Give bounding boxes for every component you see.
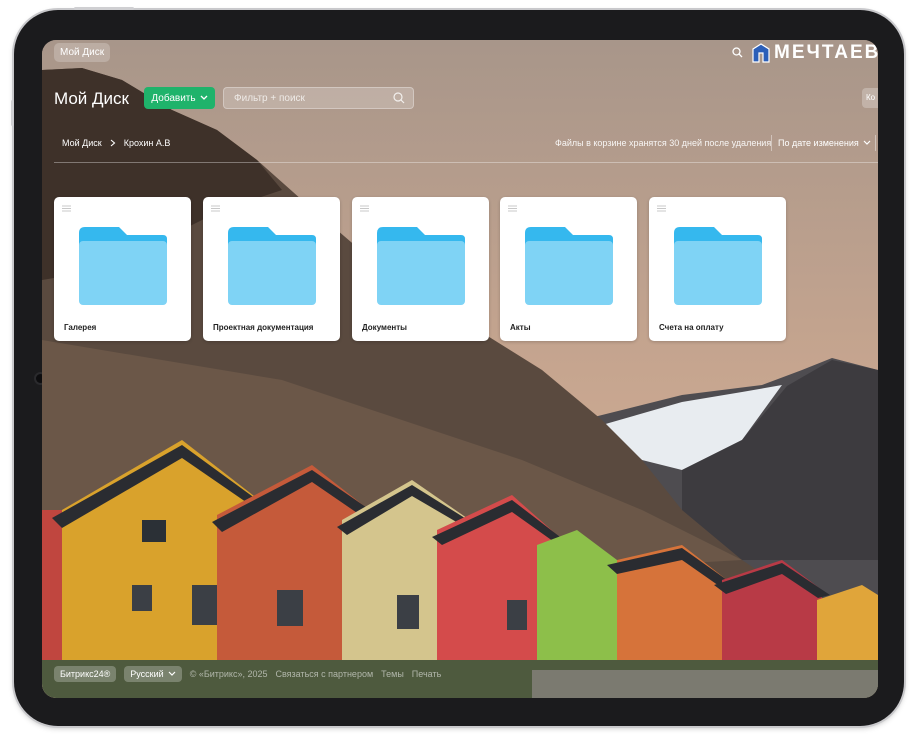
folder-icon (79, 227, 167, 305)
top-button (74, 7, 134, 10)
language-selector[interactable]: Русский (124, 666, 182, 682)
page-title: Мой Диск (54, 89, 129, 108)
add-button[interactable]: Добавить (144, 87, 215, 109)
folder-name: Акты (510, 323, 531, 332)
folder-card[interactable]: Проектная документация (203, 197, 340, 341)
logo-icon (752, 43, 770, 63)
card-menu-icon[interactable] (508, 205, 517, 212)
chevron-down-icon (168, 671, 176, 676)
copyright: © «Битрикс», 2025 (189, 669, 268, 679)
right-header-button[interactable]: Ко (862, 88, 878, 108)
sort-dropdown[interactable]: По дате изменения (778, 138, 871, 148)
search-icon[interactable] (732, 47, 743, 58)
search-placeholder: Фильтр + поиск (234, 93, 305, 104)
folder-icon (377, 227, 465, 305)
footer: Битрикс24® Русский © «Битрикс», 2025 Свя… (54, 664, 441, 684)
folder-icon (525, 227, 613, 305)
folder-card[interactable]: Акты (500, 197, 637, 341)
breadcrumb-current[interactable]: Крохин А.В (124, 138, 171, 148)
folder-name: Галерея (64, 323, 97, 332)
folder-card[interactable]: Документы (352, 197, 489, 341)
chevron-right-icon (110, 139, 116, 147)
add-button-label: Добавить (151, 92, 196, 104)
toolbar-divider (875, 135, 876, 151)
top-bar: Мой Диск МЕЧТАЕВО (42, 40, 878, 66)
chevron-down-icon (200, 95, 208, 100)
folder-name: Проектная документация (213, 323, 314, 332)
folder-card[interactable]: Счета на оплату (649, 197, 786, 341)
folder-card[interactable]: Галерея (54, 197, 191, 341)
card-menu-icon[interactable] (211, 205, 220, 212)
screen: Мой Диск МЕЧТАЕВО Мой Диск Добавить Филь… (42, 40, 878, 698)
folder-icon (674, 227, 762, 305)
card-menu-icon[interactable] (657, 205, 666, 212)
print-link[interactable]: Печать (412, 669, 441, 679)
sort-label: По дате изменения (778, 138, 859, 148)
my-disk-pill[interactable]: Мой Диск (54, 43, 111, 62)
themes-link[interactable]: Темы (381, 669, 404, 679)
header-divider (54, 162, 878, 163)
folder-name: Счета на оплату (659, 323, 724, 332)
card-menu-icon[interactable] (360, 205, 369, 212)
volume-button (11, 100, 14, 126)
search-icon[interactable] (393, 92, 405, 104)
filter-search-input[interactable]: Фильтр + поиск (223, 87, 414, 109)
logo-text: МЕЧТАЕВО (774, 42, 878, 63)
breadcrumb: Мой Диск Крохин А.В (62, 138, 170, 148)
folder-icon (228, 227, 316, 305)
card-menu-icon[interactable] (62, 205, 71, 212)
language-label: Русский (130, 669, 164, 679)
footer-brand[interactable]: Битрикс24® (54, 666, 117, 682)
partner-link[interactable]: Связаться с партнером (275, 669, 373, 679)
folder-name: Документы (362, 323, 407, 332)
breadcrumb-root[interactable]: Мой Диск (62, 138, 102, 148)
toolbar-divider (771, 135, 772, 151)
company-logo: МЕЧТАЕВО (752, 42, 878, 64)
chevron-down-icon (863, 140, 871, 145)
trash-notice: Файлы в корзине хранятся 30 дней после у… (555, 138, 772, 148)
